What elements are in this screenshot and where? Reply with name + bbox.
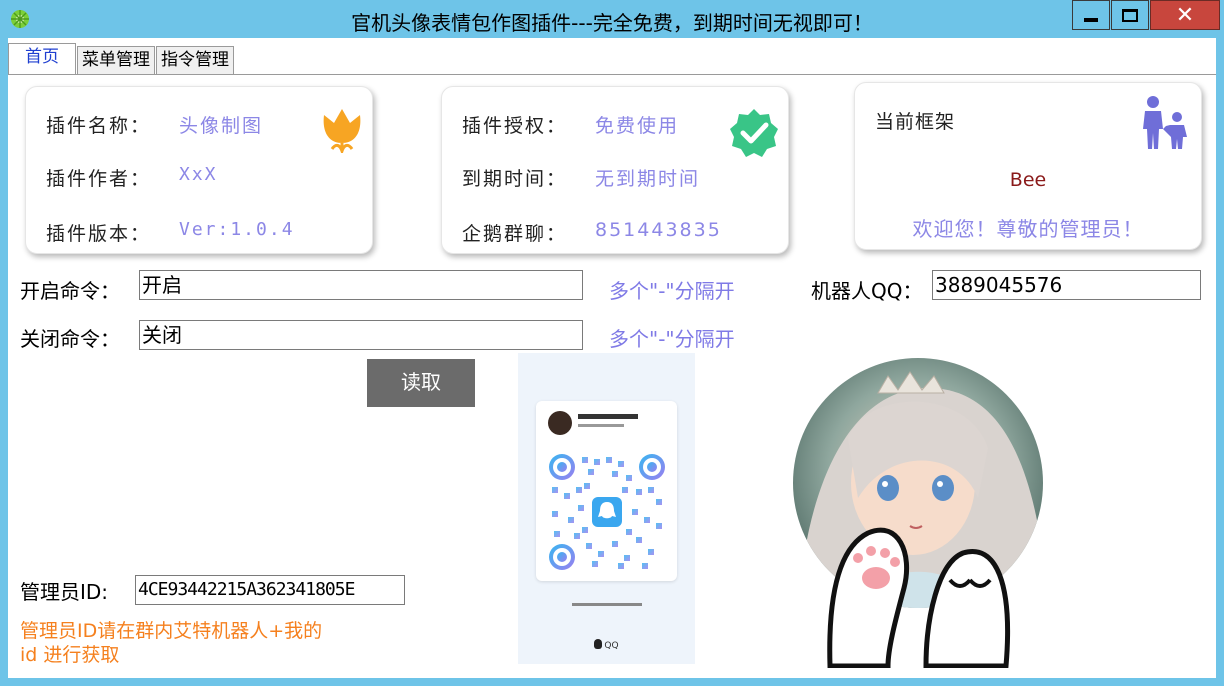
admin-id-note-line1: 管理员ID请在群内艾特机器人+我的 (20, 620, 323, 642)
plugin-name-row: 插件名称： 头像制图 (46, 111, 263, 138)
license-info-card: 插件授权： 免费使用 到期时间： 无到期时间 企鹅群聊： 851443835 (441, 86, 789, 254)
qq-group-label: 企鹅群聊： (462, 223, 568, 245)
qq-footer-text: QQ (604, 641, 619, 651)
plugin-info-card: 插件名称： 头像制图 插件作者： XxX 插件版本： Ver:1.0.4 (25, 86, 373, 254)
qq-penguin-icon (594, 639, 603, 649)
parent-child-icon (1143, 96, 1187, 149)
admin-id-label: 管理员ID: (20, 580, 109, 604)
tab-strip: 首页 菜单管理 指令管理 (8, 43, 235, 74)
tulip-icon (323, 109, 361, 153)
open-command-hint: 多个"-"分隔开 (609, 279, 735, 303)
group-name-line (578, 414, 638, 419)
tab-command-management[interactable]: 指令管理 (156, 46, 234, 74)
minimize-icon (1084, 18, 1098, 22)
maximize-icon (1122, 8, 1138, 22)
read-button[interactable]: 读取 (367, 359, 475, 407)
license-auth-label: 插件授权： (462, 115, 568, 137)
minimize-button[interactable] (1072, 0, 1110, 30)
qq-group-value: 851443835 (595, 219, 722, 241)
close-command-label: 关闭命令： (20, 327, 120, 351)
close-command-hint: 多个"-"分隔开 (609, 327, 735, 351)
welcome-text: 欢迎您！尊敬的管理员！ (912, 217, 1144, 241)
qq-logo-label: QQ (518, 639, 695, 651)
tab-home[interactable]: 首页 (8, 43, 76, 74)
tab-divider (8, 74, 1216, 75)
qr-caption (518, 591, 695, 610)
qr-inner-card (536, 401, 677, 581)
plugin-version-value: Ver:1.0.4 (179, 219, 295, 240)
robot-qq-input[interactable]: 3889045576 (932, 270, 1201, 300)
group-id-line (578, 424, 624, 427)
license-auth-value: 免费使用 (595, 115, 680, 137)
framework-label: 当前框架 (875, 111, 956, 133)
license-auth-row: 插件授权： 免费使用 (462, 111, 679, 138)
plugin-version-row: 插件版本： Ver:1.0.4 (46, 219, 295, 246)
open-command-label: 开启命令： (20, 279, 120, 303)
maximize-button[interactable] (1111, 0, 1149, 30)
robot-qq-label: 机器人QQ： (811, 279, 923, 303)
expire-row: 到期时间： 无到期时间 (462, 164, 700, 191)
qq-group-row: 企鹅群聊： 851443835 (462, 219, 722, 246)
title-bar[interactable]: 官机头像表情包作图插件---完全免费，到期时间无视即可！ ✕ (0, 0, 1224, 38)
close-button[interactable]: ✕ (1150, 0, 1220, 30)
window-title: 官机头像表情包作图插件---完全免费，到期时间无视即可！ (351, 11, 873, 35)
expire-value: 无到期时间 (595, 168, 701, 190)
plugin-author-label: 插件作者： (46, 168, 152, 190)
expire-label: 到期时间： (462, 168, 568, 190)
close-command-input[interactable]: 关闭 (139, 320, 583, 350)
open-command-input[interactable]: 开启 (139, 270, 583, 300)
avatar-preview (738, 348, 1098, 669)
qq-group-qr-card: QQ (518, 353, 695, 664)
verified-badge-icon (730, 109, 778, 157)
framework-name: Bee (1009, 169, 1047, 191)
plugin-name-label: 插件名称： (46, 115, 152, 137)
close-icon: ✕ (1175, 2, 1195, 28)
tab-menu-management[interactable]: 菜单管理 (77, 46, 155, 74)
plugin-name-value: 头像制图 (179, 115, 264, 137)
app-window: 官机头像表情包作图插件---完全免费，到期时间无视即可！ ✕ 首页 菜单管理 指… (0, 0, 1224, 686)
plugin-author-row: 插件作者： XxX (46, 164, 218, 191)
group-avatar (548, 411, 572, 435)
plugin-version-label: 插件版本： (46, 223, 152, 245)
admin-id-input[interactable]: 4CE93442215A362341805E (135, 575, 405, 605)
framework-card: 当前框架 Bee 欢迎您！尊敬的管理员！ (854, 82, 1202, 250)
plugin-author-value: XxX (179, 164, 218, 185)
main-panel: 首页 菜单管理 指令管理 插件名称： 头像制图 插件作者： XxX 插件版本： … (8, 38, 1216, 678)
anime-avatar-image (793, 358, 1043, 669)
admin-id-note-line2: id 进行获取 (20, 644, 120, 666)
qr-code-icon (549, 454, 665, 570)
